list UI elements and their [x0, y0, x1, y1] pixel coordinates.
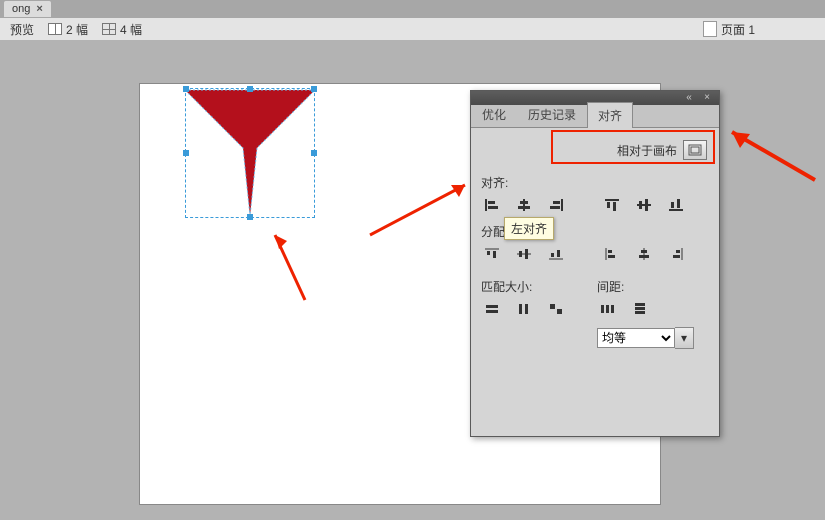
align-top-button[interactable] — [601, 195, 623, 215]
page-indicator[interactable]: 页面 1 — [703, 21, 755, 38]
preview-label: 预览 — [10, 21, 34, 38]
align-hcenter-button[interactable] — [513, 195, 535, 215]
match-both-button[interactable] — [545, 299, 567, 319]
match-width-button[interactable] — [481, 299, 503, 319]
distribute-row — [481, 244, 709, 264]
dist-top-button[interactable] — [481, 244, 503, 264]
panel-collapse-icon[interactable]: « — [683, 93, 695, 103]
panel-tabs: 优化 历史记录 对齐 — [471, 105, 719, 128]
spacing-mode-dropdown[interactable]: 均等 ▾ — [597, 327, 694, 349]
spacing-row — [597, 299, 694, 319]
spacing-label: 间距: — [597, 278, 694, 295]
align-right-button[interactable] — [545, 195, 567, 215]
resize-handle[interactable] — [247, 214, 253, 220]
tab-history[interactable]: 历史记录 — [517, 101, 587, 127]
four-up-icon — [102, 23, 116, 35]
two-up-icon — [48, 23, 62, 35]
dist-hcenter-button[interactable] — [633, 244, 655, 264]
dist-right-button[interactable] — [665, 244, 687, 264]
align-vcenter-button[interactable] — [633, 195, 655, 215]
panel-close-icon[interactable]: × — [701, 93, 713, 103]
selected-shape[interactable] — [185, 88, 315, 218]
two-up-button[interactable]: 2 幅 — [42, 19, 94, 40]
match-row — [481, 299, 567, 319]
resize-handle[interactable] — [183, 150, 189, 156]
two-up-label: 2 幅 — [66, 21, 88, 38]
document-tab-bar: ong × — [0, 0, 825, 18]
space-h-button[interactable] — [597, 299, 619, 319]
space-v-button[interactable] — [629, 299, 651, 319]
match-size-label: 匹配大小: — [481, 278, 567, 295]
tab-optimize[interactable]: 优化 — [471, 101, 517, 127]
tooltip: 左对齐 — [504, 217, 554, 240]
page-icon — [703, 21, 717, 37]
four-up-button[interactable]: 4 幅 — [96, 19, 148, 40]
view-options-bar: 预览 2 幅 4 幅 页面 1 — [0, 18, 825, 41]
four-up-label: 4 幅 — [120, 21, 142, 38]
resize-handle[interactable] — [247, 86, 253, 92]
resize-handle[interactable] — [311, 86, 317, 92]
dist-bottom-button[interactable] — [545, 244, 567, 264]
annotation-highlight — [551, 130, 715, 164]
preview-button[interactable]: 预览 — [4, 19, 40, 40]
match-height-button[interactable] — [513, 299, 535, 319]
resize-handle[interactable] — [311, 150, 317, 156]
align-panel: « × 优化 历史记录 对齐 相对于画布 对齐: 分配: — [470, 90, 720, 437]
page-label: 页面 1 — [721, 21, 755, 38]
tab-align[interactable]: 对齐 — [587, 102, 633, 128]
align-row — [481, 195, 709, 215]
align-section-label: 对齐: — [481, 174, 709, 191]
align-left-button[interactable] — [481, 195, 503, 215]
document-tab[interactable]: ong × — [4, 1, 51, 17]
close-icon[interactable]: × — [36, 1, 42, 17]
resize-handle[interactable] — [183, 86, 189, 92]
document-tab-label: ong — [12, 1, 30, 17]
dist-vcenter-button[interactable] — [513, 244, 535, 264]
panel-body: 相对于画布 对齐: 分配: 匹配大小: — [471, 128, 719, 437]
spacing-mode-select[interactable]: 均等 — [597, 328, 675, 348]
align-bottom-button[interactable] — [665, 195, 687, 215]
dropdown-arrow-icon[interactable]: ▾ — [675, 327, 694, 349]
selection-bounds — [185, 88, 315, 218]
dist-left-button[interactable] — [601, 244, 623, 264]
